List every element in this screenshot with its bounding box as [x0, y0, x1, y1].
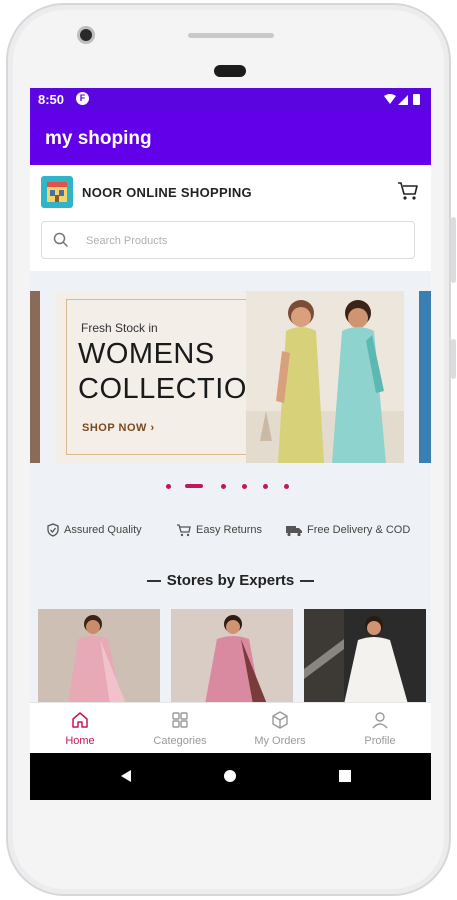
carousel-dot[interactable]	[284, 484, 289, 489]
stores-row	[38, 609, 428, 704]
store-logo-icon[interactable]	[41, 176, 73, 208]
banner-carousel[interactable]: Fresh Stock in WOMENS COLLECTION SHOP NO…	[30, 271, 431, 551]
store-card[interactable]	[171, 609, 293, 704]
nav-label: Categories	[153, 735, 207, 747]
store-image	[171, 609, 293, 704]
store-image	[304, 609, 426, 704]
section-heading: Stores by Experts	[30, 572, 431, 589]
banner-headline: WOMENS COLLECTION	[78, 337, 268, 408]
power-button	[451, 339, 456, 379]
status-icons	[383, 93, 423, 109]
return-cart-icon	[177, 524, 191, 537]
feature-strip: Assured Quality Easy Returns Free Delive…	[30, 523, 431, 543]
grid-icon	[172, 712, 188, 728]
search-input[interactable]	[84, 230, 388, 252]
carousel-dot[interactable]	[166, 484, 171, 489]
system-navigation-bar	[30, 753, 431, 800]
system-nav-buttons	[121, 770, 351, 782]
earpiece-speaker	[188, 33, 274, 38]
nav-label: My Orders	[254, 735, 306, 747]
truck-icon	[286, 526, 302, 537]
cart-icon[interactable]	[397, 181, 419, 206]
home-icon	[72, 712, 88, 728]
feature-label: Free Delivery & COD	[307, 524, 411, 536]
status-time: 8:50	[38, 92, 65, 107]
store-card[interactable]	[38, 609, 160, 704]
carousel-dot[interactable]	[242, 484, 247, 489]
app-title: my shoping	[45, 128, 152, 149]
recents-icon[interactable]	[339, 770, 351, 782]
feature-label: Easy Returns	[196, 524, 263, 536]
nav-profile[interactable]: Profile	[330, 703, 430, 754]
nav-categories[interactable]: Categories	[130, 703, 230, 754]
heading-line-right	[300, 580, 315, 583]
proximity-sensor	[214, 65, 246, 77]
feature-assured-quality: Assured Quality	[46, 523, 142, 537]
nav-my-orders[interactable]: My Orders	[230, 703, 330, 754]
carousel-dot-active[interactable]	[185, 484, 203, 488]
banner-models-image	[246, 291, 404, 463]
search-icon	[53, 232, 69, 248]
carousel-dot[interactable]	[221, 484, 226, 489]
banner-womens-collection[interactable]: Fresh Stock in WOMENS COLLECTION SHOP NO…	[56, 291, 404, 463]
front-camera-icon	[77, 26, 95, 44]
box-icon	[272, 711, 288, 729]
carousel-dot[interactable]	[263, 484, 268, 489]
heading-line-left	[146, 580, 161, 583]
prev-banner-peek[interactable]	[30, 291, 40, 463]
store-name: NOOR ONLINE SHOPPING	[82, 185, 252, 200]
feature-easy-returns: Easy Returns	[176, 523, 262, 537]
nav-label: Profile	[364, 735, 396, 747]
nav-home[interactable]: Home	[30, 703, 130, 754]
store-image	[38, 609, 160, 704]
store-card[interactable]	[304, 609, 426, 704]
app-screen: 8:50 F my shoping NOOR ONLINE SHOPPING S…	[30, 88, 431, 800]
person-icon	[372, 712, 388, 729]
feature-label: Assured Quality	[64, 524, 142, 536]
search-box[interactable]	[41, 221, 415, 259]
banner-kicker: Fresh Stock in	[81, 321, 158, 335]
banner-headline-line2: COLLECTION	[78, 373, 269, 406]
banner-headline-line1: WOMENS	[78, 338, 215, 370]
app-bar: my shoping	[30, 111, 431, 165]
shop-now-link[interactable]: SHOP NOW ›	[82, 422, 155, 434]
nav-label: Home	[65, 735, 95, 747]
wifi-signal-battery-icon	[384, 94, 420, 105]
section-title-text: Stores by Experts	[166, 572, 295, 589]
store-header: NOOR ONLINE SHOPPING	[30, 165, 431, 271]
back-icon[interactable]	[121, 770, 131, 782]
home-circle-icon[interactable]	[224, 770, 236, 782]
volume-button	[451, 217, 456, 283]
shield-check-icon	[47, 523, 59, 537]
bottom-navigation: Home Categories My Orders Profile	[30, 702, 431, 754]
status-bar: 8:50 F	[30, 88, 431, 111]
next-banner-peek[interactable]	[419, 291, 431, 463]
notification-app-icon: F	[76, 92, 89, 105]
feature-free-delivery: Free Delivery & COD	[285, 523, 410, 537]
